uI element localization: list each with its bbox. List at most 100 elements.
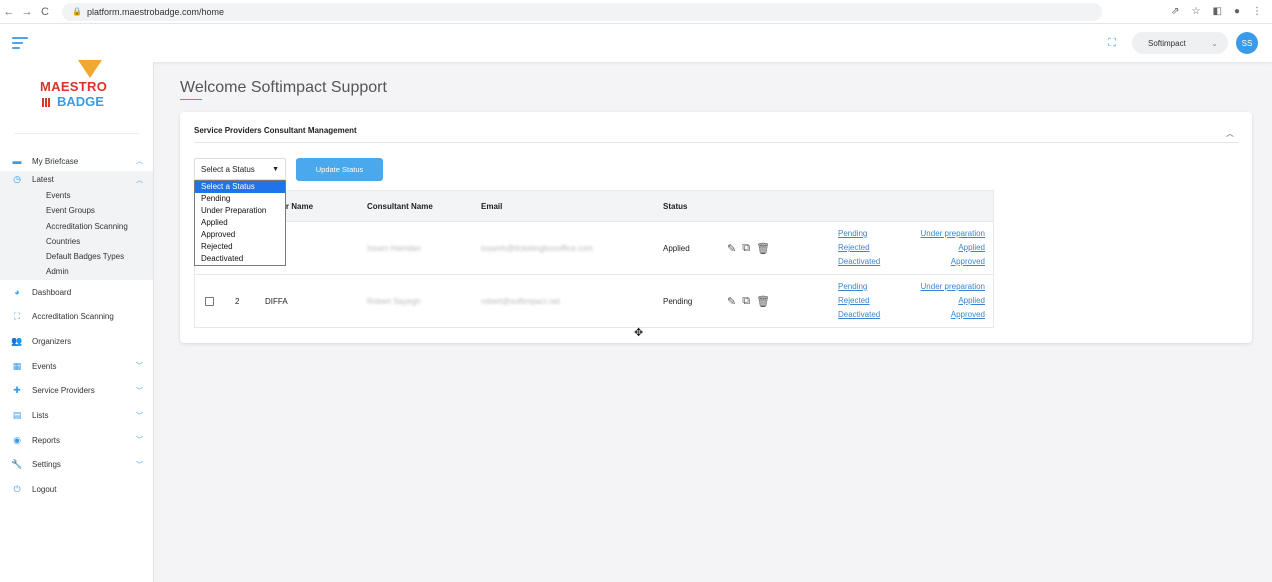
sidebar-item-label: Organizers [32, 337, 72, 346]
sidebar-item-dashboard[interactable]: ◕ Dashboard [0, 280, 153, 305]
sidebar-item-logout[interactable]: ⏻ Logout [0, 477, 153, 502]
consultant-management-card: Service Providers Consultant Management … [180, 112, 1252, 343]
dropdown-option-rejected[interactable]: Rejected [195, 241, 285, 253]
latest-item-events[interactable]: Events [0, 188, 153, 203]
share-icon[interactable]: ⇗ [1171, 6, 1179, 17]
forward-icon[interactable]: → [18, 6, 36, 18]
kebab-menu-icon[interactable]: ⋮ [1252, 6, 1262, 17]
back-icon[interactable]: ← [0, 6, 18, 18]
scan-icon: ⛶ [13, 311, 21, 322]
address-bar[interactable]: 🔒 platform.maestrobadge.com/home [62, 2, 1102, 21]
fullscreen-icon[interactable]: ⛶ [1108, 37, 1116, 50]
file-icon: ▤ [12, 410, 22, 421]
avatar[interactable]: SS [1236, 32, 1258, 54]
sidebar-item-organizers[interactable]: 👥 Organizers [0, 329, 153, 354]
link-applied[interactable]: Applied [958, 241, 985, 255]
sidepanel-icon[interactable]: ◧ [1213, 6, 1222, 17]
trash-icon[interactable]: 🗑 [756, 242, 770, 255]
link-approved[interactable]: Approved [951, 255, 985, 269]
latest-section: ◷ Latest ︿ Events Event Groups Accredita… [0, 171, 153, 280]
sidebar-item-my-briefcase[interactable]: ▬ My Briefcase ︿ [0, 151, 153, 171]
card-divider [194, 142, 1238, 143]
latest-item-default-badges-types[interactable]: Default Badges Types [0, 249, 153, 264]
link-under-preparation[interactable]: Under preparation [921, 227, 985, 241]
open-external-icon[interactable]: ⧉ [742, 242, 750, 255]
title-underline [180, 99, 202, 100]
dropdown-option-approved[interactable]: Approved [195, 229, 285, 241]
dropdown-option-deactivated[interactable]: Deactivated [195, 253, 285, 265]
page-title: Welcome Softimpact Support [180, 79, 387, 96]
sidebar: MAESTRO BADGE ▬ My Briefcase ︿ ◷ Latest … [0, 60, 154, 582]
lock-icon: 🔒 [72, 7, 82, 16]
sidebar-item-label: Events [32, 361, 57, 371]
chevron-up-icon: ︿ [136, 158, 143, 165]
trash-icon[interactable]: 🗑 [756, 295, 770, 308]
row-status: Applied [663, 243, 690, 253]
latest-item-event-groups[interactable]: Event Groups [0, 203, 153, 218]
dropdown-option-applied[interactable]: Applied [195, 217, 285, 229]
clock-icon: ◷ [13, 174, 21, 184]
row-id: 2 [235, 296, 240, 306]
app-header: ⛶ Softimpact ⌄ SS [0, 24, 1272, 62]
edit-icon[interactable]: ✎ [727, 295, 736, 308]
sidebar-item-events[interactable]: ▦ Events ﹀ [0, 354, 153, 379]
link-pending[interactable]: Pending [838, 280, 867, 294]
globe-icon: ◉ [13, 434, 21, 445]
row-checkbox[interactable] [205, 296, 214, 306]
sidebar-item-reports[interactable]: ◉ Reports ﹀ [0, 428, 153, 453]
link-deactivated[interactable]: Deactivated [838, 308, 880, 322]
edit-icon[interactable]: ✎ [727, 242, 736, 255]
link-rejected[interactable]: Rejected [838, 241, 870, 255]
latest-item-admin[interactable]: Admin [0, 264, 153, 279]
column-consultant-name: Consultant Name [367, 201, 433, 211]
reload-icon[interactable]: C [36, 6, 54, 18]
sidebar-item-label: My Briefcase [32, 156, 79, 166]
organization-select[interactable]: Softimpact ⌄ [1132, 32, 1228, 54]
sidebar-item-label: Lists [32, 411, 49, 421]
sidebar-item-lists[interactable]: ▤ Lists ﹀ [0, 403, 153, 428]
sidebar-item-service-providers[interactable]: ✚ Service Providers ﹀ [0, 379, 153, 404]
sidebar-item-accreditation-scanning[interactable]: ⛶ Accreditation Scanning [0, 304, 153, 329]
main-content: Welcome Softimpact Support Service Provi… [154, 62, 1272, 582]
chevron-down-icon: ﹀ [136, 437, 143, 445]
update-status-button[interactable]: Update Status [296, 158, 383, 181]
link-under-preparation[interactable]: Under preparation [921, 280, 985, 294]
chevron-down-icon: ⌄ [1211, 38, 1218, 48]
status-select[interactable]: Select a Status ▼ [194, 158, 286, 180]
latest-item-countries[interactable]: Countries [0, 234, 153, 249]
sidebar-item-label: Accreditation Scanning [32, 312, 114, 322]
status-dropdown-list: Select a Status Pending Under Preparatio… [194, 180, 286, 266]
table-row: FFA Issam Hamdan issamh@ticketingboxoffi… [195, 221, 993, 274]
dropdown-option-select-a-status[interactable]: Select a Status [195, 181, 285, 193]
sidebar-item-label: Latest [32, 175, 54, 184]
cursor-icon: ✥ [634, 327, 644, 339]
profile-icon[interactable]: ● [1234, 6, 1240, 17]
wrench-icon: 🔧 [11, 459, 23, 470]
qr-icon [42, 98, 51, 108]
link-deactivated[interactable]: Deactivated [838, 255, 880, 269]
link-applied[interactable]: Applied [958, 294, 985, 308]
link-approved[interactable]: Approved [951, 308, 985, 322]
dropdown-option-under-preparation[interactable]: Under Preparation [195, 205, 285, 217]
sidebar-item-settings[interactable]: 🔧 Settings ﹀ [0, 453, 153, 478]
table-row: 2 DIFFA Robert Sayegh robert@softimpact.… [195, 274, 993, 327]
hamburger-menu-icon[interactable] [12, 34, 28, 52]
link-rejected[interactable]: Rejected [838, 294, 870, 308]
dropdown-option-pending[interactable]: Pending [195, 193, 285, 205]
star-icon[interactable]: ☆ [1192, 6, 1201, 17]
latest-item-accreditation-scanning[interactable]: Accreditation Scanning [0, 219, 153, 234]
row-status: Pending [663, 296, 693, 306]
row-email: issamh@ticketingboxoffice.com [481, 243, 594, 253]
puzzle-icon: ✚ [13, 385, 21, 396]
link-pending[interactable]: Pending [838, 227, 867, 241]
sidebar-item-label: Service Providers [32, 386, 95, 396]
logo-text-badge: BADGE [42, 94, 104, 109]
chevron-down-icon: ﹀ [136, 363, 143, 371]
logo[interactable]: MAESTRO BADGE [14, 60, 139, 134]
row-consultant: Issam Hamdan [367, 243, 421, 253]
open-external-icon[interactable]: ⧉ [742, 295, 750, 308]
chevron-up-icon[interactable]: ︿ [1226, 128, 1234, 139]
row-email: robert@softimpact.net [481, 296, 560, 306]
column-email: Email [481, 201, 503, 211]
sidebar-item-latest[interactable]: ◷ Latest ︿ [0, 171, 153, 188]
